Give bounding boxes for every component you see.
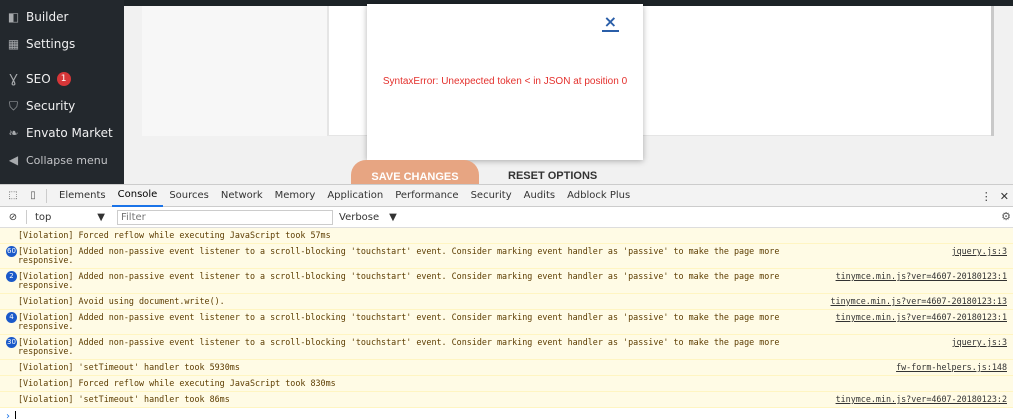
clear-console-icon[interactable]: ⊘	[6, 210, 20, 224]
collapse-icon: ◀	[8, 153, 19, 167]
log-source-link[interactable]: tinymce.min.js?ver=4607-20180123:1	[836, 313, 1007, 322]
log-row[interactable]: 30 [Violation] Added non-passive event l…	[0, 335, 1013, 360]
log-source-link[interactable]: fw-form-helpers.js:148	[896, 363, 1007, 372]
tab-adblock-plus[interactable]: Adblock Plus	[561, 185, 636, 207]
error-modal: × SyntaxError: Unexpected token < in JSO…	[367, 4, 643, 160]
sidebar-item-label: Envato Market	[26, 126, 113, 140]
log-source-link[interactable]: tinymce.min.js?ver=4607-20180123:2	[836, 395, 1007, 404]
log-row[interactable]: [Violation] 'setTimeout' handler took 59…	[0, 360, 1013, 376]
seo-notification-badge: 1	[56, 72, 71, 86]
log-row[interactable]: 4 [Violation] Added non-passive event li…	[0, 310, 1013, 335]
shield-icon: ⛉	[8, 98, 18, 113]
log-message: [Violation] Added non-passive event list…	[18, 337, 780, 356]
log-row[interactable]: [Violation] Forced reflow while executin…	[0, 228, 1013, 244]
repeat-count-badge: 30	[6, 337, 17, 348]
tab-audits[interactable]: Audits	[518, 185, 561, 207]
error-message: SyntaxError: Unexpected token < in JSON …	[382, 76, 628, 87]
log-level-selector[interactable]: Verbose ▼	[339, 212, 397, 223]
sidebar-item-seo[interactable]: Ɣ SEO 1	[7, 69, 71, 89]
admin-sidebar: ◧ Builder ▦ Settings Ɣ SEO 1 ⛉ Security …	[0, 0, 124, 184]
device-toolbar-icon[interactable]: ▯	[26, 189, 40, 203]
gear-icon[interactable]: ⚙	[1001, 210, 1011, 223]
tab-console[interactable]: Console	[111, 185, 164, 207]
log-message: [Violation] Added non-passive event list…	[18, 246, 780, 265]
tab-security[interactable]: Security	[465, 185, 518, 207]
sidebar-item-security[interactable]: ⛉ Security	[7, 96, 75, 116]
prompt-chevron-icon: ›	[6, 410, 10, 419]
reset-options-button[interactable]: RESET OPTIONS	[508, 170, 597, 182]
chevron-down-icon: ▼	[97, 211, 105, 223]
leaf-icon: ❧	[8, 126, 19, 140]
content-scrollbar[interactable]	[991, 6, 994, 136]
log-message: [Violation] Forced reflow while executin…	[18, 378, 336, 388]
sidebar-item-label: Security	[26, 99, 76, 113]
devtools-panel: ⬚ ▯ Elements Console Sources Network Mem…	[0, 184, 1013, 419]
log-level-value: Verbose	[339, 211, 380, 223]
console-prompt[interactable]: ›	[0, 408, 1013, 419]
context-selector[interactable]: top ▼	[35, 212, 105, 223]
builder-icon: ◧	[7, 10, 20, 24]
repeat-count-badge: 2	[6, 271, 17, 282]
divider	[46, 188, 47, 203]
sidebar-item-label: Collapse menu	[26, 153, 108, 167]
context-value: top	[35, 211, 52, 223]
chevron-down-icon: ▼	[389, 211, 397, 223]
tab-memory[interactable]: Memory	[269, 185, 322, 207]
close-icon[interactable]: ×	[601, 14, 619, 32]
devtools-tab-bar: ⬚ ▯ Elements Console Sources Network Mem…	[0, 185, 1013, 207]
sidebar-item-builder[interactable]: ◧ Builder	[7, 7, 69, 27]
log-source-link[interactable]: jquery.js:3	[952, 338, 1007, 347]
tab-sources[interactable]: Sources	[163, 185, 215, 207]
console-toolbar: ⊘ top ▼ Verbose ▼ ⚙	[0, 207, 1013, 228]
options-tab-list	[142, 6, 328, 136]
repeat-count-badge: 4	[6, 312, 17, 323]
log-message: [Violation] Forced reflow while executin…	[18, 230, 331, 240]
sidebar-item-label: SEO	[26, 72, 51, 86]
settings-icon: ▦	[7, 37, 20, 51]
page: ◧ Builder ▦ Settings Ɣ SEO 1 ⛉ Security …	[0, 0, 1013, 419]
log-row[interactable]: 2 [Violation] Added non-passive event li…	[0, 269, 1013, 294]
tab-application[interactable]: Application	[321, 185, 389, 207]
text-caret	[15, 410, 16, 419]
tab-network[interactable]: Network	[215, 185, 269, 207]
sidebar-item-settings[interactable]: ▦ Settings	[7, 34, 75, 54]
log-row[interactable]: [Violation] 'setTimeout' handler took 86…	[0, 392, 1013, 408]
log-source-link[interactable]: jquery.js:3	[952, 247, 1007, 256]
log-source-link[interactable]: tinymce.min.js?ver=4607-20180123:1	[836, 272, 1007, 281]
inspect-element-icon[interactable]: ⬚	[6, 189, 20, 203]
sidebar-item-envato-market[interactable]: ❧ Envato Market	[7, 123, 113, 143]
divider	[26, 210, 27, 224]
tab-elements[interactable]: Elements	[53, 185, 112, 207]
console-log: [Violation] Forced reflow while executin…	[0, 228, 1013, 419]
more-options-icon[interactable]: ⋮	[981, 190, 992, 203]
close-devtools-icon[interactable]: ✕	[1000, 190, 1009, 203]
repeat-count-badge: 60	[6, 246, 17, 257]
filter-input[interactable]	[117, 209, 333, 225]
log-row[interactable]: [Violation] Forced reflow while executin…	[0, 376, 1013, 392]
tab-performance[interactable]: Performance	[389, 185, 464, 207]
sidebar-item-label: Builder	[26, 10, 69, 24]
log-row[interactable]: [Violation] Avoid using document.write()…	[0, 294, 1013, 310]
collapse-menu-button[interactable]: ◀ Collapse menu	[7, 150, 108, 170]
log-source-link[interactable]: tinymce.min.js?ver=4607-20180123:13	[831, 297, 1007, 306]
yoast-seo-icon: Ɣ	[9, 72, 18, 86]
log-message: [Violation] 'setTimeout' handler took 59…	[18, 362, 240, 372]
log-row[interactable]: 60 [Violation] Added non-passive event l…	[0, 244, 1013, 269]
sidebar-item-label: Settings	[26, 37, 76, 51]
